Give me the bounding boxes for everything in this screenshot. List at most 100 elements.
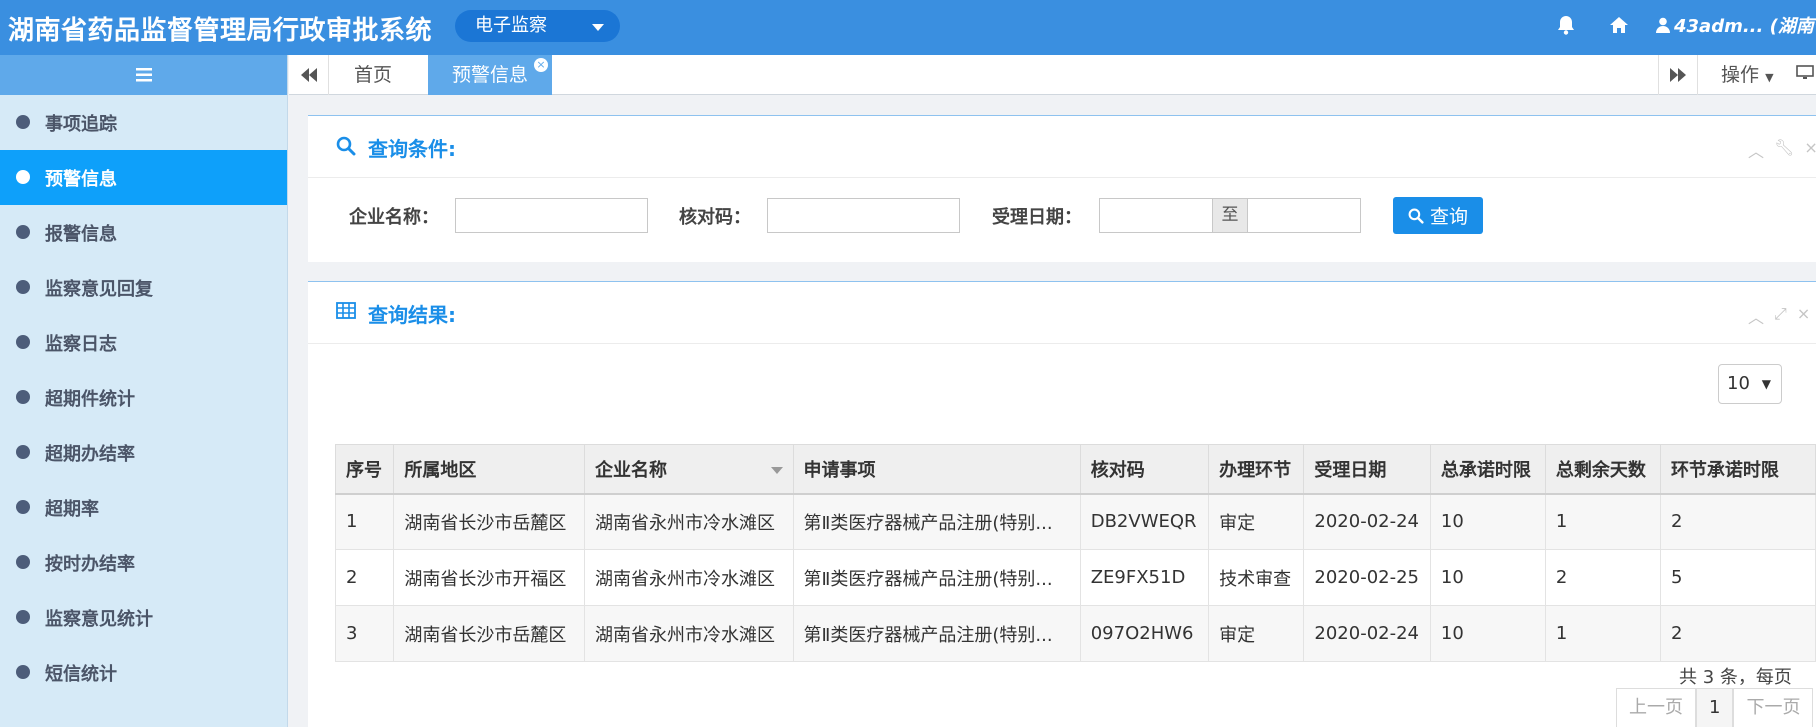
results-panel: 查询结果: ︿ ⤢ × 10 ▼ 序号 所属地区 企业名称 申请事项 核对码 办… [308,281,1816,727]
page-size-select[interactable]: 10 ▼ [1718,364,1782,404]
results-panel-title: 查询结果: [368,303,456,327]
close-icon[interactable]: × [1797,304,1810,328]
table-cell: 第Ⅱ类医疗器械产品注册(特别... [792,549,1081,606]
sidebar-item-warning[interactable]: 预警信息 [0,150,287,205]
table-cell: 第Ⅱ类医疗器械产品注册(特别... [792,493,1081,550]
panel-tools: ︿ 🔧︎ × [1748,138,1816,162]
date-from-input[interactable] [1099,198,1213,233]
sidebar-item-overdue-completion[interactable]: 超期办结率 [0,425,287,480]
sidebar-item-label: 超期率 [45,498,99,520]
bullet-icon [16,390,30,404]
close-icon[interactable]: × [534,58,548,72]
bell-icon[interactable] [1553,12,1579,38]
page-number-button[interactable]: 1 [1696,688,1734,727]
bullet-icon [16,610,30,624]
table-cell: 审定 [1208,493,1305,550]
table-row[interactable]: 3 湖南省长沙市岳麓区 湖南省永州市冷水滩区 第Ⅱ类医疗器械产品注册(特别...… [334,605,1816,662]
prev-page-button[interactable]: 上一页 [1616,688,1696,727]
check-code-input[interactable] [767,198,960,233]
page-size-value: 10 [1727,373,1750,394]
collapse-icon[interactable]: ︿ [1748,304,1764,328]
user-label: 43adm... (湖南省 [1674,16,1816,37]
date-to-input[interactable] [1247,198,1361,233]
caret-down-icon: ▼ [1761,377,1771,391]
collapse-icon[interactable]: ︿ [1748,138,1764,162]
caret-down-icon [592,24,604,31]
table-cell: 2020-02-24 [1303,493,1431,550]
user-menu[interactable]: 43adm... (湖南省 [1656,12,1816,38]
column-header[interactable]: 序号 [334,444,395,495]
sidebar-item-overdue-rate[interactable]: 超期率 [0,480,287,535]
monitor-icon[interactable] [1796,55,1814,95]
query-button[interactable]: 查询 [1393,197,1483,234]
query-panel-title: 查询条件: [368,137,456,161]
operations-dropdown[interactable]: 操作 ▼ [1721,55,1774,95]
table-cell: 10 [1429,493,1546,550]
table-cell: 湖南省长沙市岳麓区 [393,605,585,662]
pagination-summary: 共 3 条，每页 [1679,667,1792,688]
sidebar-item-opinion-stats[interactable]: 监察意见统计 [0,590,287,645]
table-cell: 2020-02-25 [1303,549,1431,606]
company-name-input[interactable] [455,198,648,233]
sidebar-item-overdue-stats[interactable]: 超期件统计 [0,370,287,425]
pagination: 上一页 1 下一页 [1616,688,1814,727]
table-cell: 5 [1659,549,1816,606]
next-page-button[interactable]: 下一页 [1733,688,1814,727]
bullet-icon [16,225,30,239]
table-cell: 2 [1659,605,1816,662]
sidebar-item-sms-stats[interactable]: 短信统计 [0,645,287,700]
table-cell: 1 [1544,605,1661,662]
column-header[interactable]: 办理环节 [1208,444,1305,495]
table-row[interactable]: 2 湖南省长沙市开福区 湖南省永州市冷水滩区 第Ⅱ类医疗器械产品注册(特别...… [334,549,1816,606]
sidebar-item-label: 报警信息 [45,223,117,245]
table-cell: 2 [334,549,395,606]
bullet-icon [16,665,30,679]
sidebar-item-label: 监察日志 [45,333,117,355]
table-cell: 2 [1544,549,1661,606]
column-header[interactable]: 受理日期 [1303,444,1431,495]
expand-icon[interactable]: ⤢ [1774,304,1787,328]
results-table: 序号 所属地区 企业名称 申请事项 核对码 办理环节 受理日期 总承诺时限 总剩… [334,444,1816,662]
sidebar-item-log[interactable]: 监察日志 [0,315,287,370]
close-icon[interactable]: × [1804,138,1816,162]
table-cell: 2020-02-24 [1303,605,1431,662]
module-select[interactable]: 电子监察 [455,10,620,42]
tab-warning[interactable]: 预警信息 × [428,55,552,95]
table-cell: 1 [334,493,395,550]
results-panel-header: 查询结果: ︿ ⤢ × [308,282,1816,344]
wrench-icon[interactable]: 🔧︎ [1774,138,1794,162]
sidebar-item-label: 监察意见回复 [45,278,153,300]
column-header[interactable]: 所属地区 [393,444,585,495]
table-cell: 湖南省永州市冷水滩区 [583,549,794,606]
sidebar-item-label: 按时办结率 [45,553,135,575]
column-header-sortable[interactable]: 企业名称 [583,444,794,495]
tab-scroll-left-button[interactable] [289,55,329,95]
column-header[interactable]: 总承诺时限 [1429,444,1546,495]
sidebar-item-alarm[interactable]: 报警信息 [0,205,287,260]
sidebar-toggle-button[interactable] [0,55,287,95]
column-header[interactable]: 申请事项 [792,444,1081,495]
table-row[interactable]: 1 湖南省长沙市岳麓区 湖南省永州市冷水滩区 第Ⅱ类医疗器械产品注册(特别...… [334,493,1816,550]
tab-bar: 首页 预警信息 × 操作 ▼ [289,55,1816,95]
app-title: 湖南省药品监督管理局行政审批系统 [8,16,433,46]
table-cell: ZE9FX51D [1079,549,1210,606]
tab-scroll-right-button[interactable] [1658,55,1698,95]
query-button-label: 查询 [1429,206,1468,228]
column-header[interactable]: 核对码 [1079,444,1210,495]
table-cell: 审定 [1208,605,1305,662]
table-cell: 技术审查 [1208,549,1305,606]
table-cell: 10 [1429,549,1546,606]
bullet-icon [16,170,30,184]
operations-label: 操作 [1721,64,1760,86]
check-code-label: 核对码： [679,207,751,228]
sidebar-item-tracking[interactable]: 事项追踪 [0,95,287,150]
column-header[interactable]: 总剩余天数 [1544,444,1661,495]
column-header[interactable]: 环节承诺时限 [1659,444,1816,495]
tab-home[interactable]: 首页 [329,55,417,95]
home-icon[interactable] [1606,12,1632,38]
table-cell: 第Ⅱ类医疗器械产品注册(特别... [792,605,1081,662]
sidebar-item-opinion-reply[interactable]: 监察意见回复 [0,260,287,315]
caret-down-icon: ▼ [1765,71,1774,84]
sidebar-item-ontime-rate[interactable]: 按时办结率 [0,535,287,590]
bullet-icon [16,445,30,459]
